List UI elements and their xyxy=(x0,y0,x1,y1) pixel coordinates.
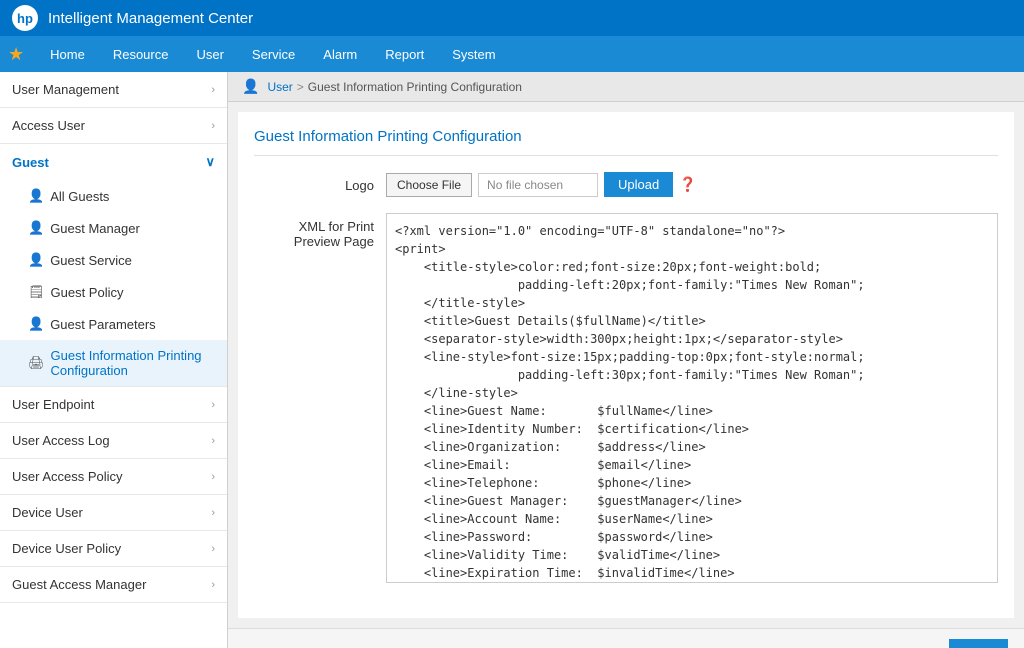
sidebar-item-all-guests[interactable]: 👤 All Guests xyxy=(0,180,227,212)
sidebar-item-user-management[interactable]: User Management › xyxy=(0,72,227,107)
xml-form-row: XML for Print Preview Page xyxy=(254,213,998,586)
nav-star[interactable]: ★ xyxy=(8,44,24,65)
nav-bar: ★ Home Resource User Service Alarm Repor… xyxy=(0,36,1024,72)
nav-service[interactable]: Service xyxy=(238,36,309,72)
sidebar-section-guest-access-manager: Guest Access Manager › xyxy=(0,567,227,603)
chevron-right-icon: › xyxy=(211,543,215,555)
logo-file-control: Choose File No file chosen Upload ❓ xyxy=(386,172,998,197)
logo-label: Logo xyxy=(254,172,374,193)
chevron-down-icon: ∨ xyxy=(205,154,215,170)
xml-textarea[interactable] xyxy=(386,213,998,583)
sidebar-section-user-management: User Management › xyxy=(0,72,227,108)
logo-form-row: Logo Choose File No file chosen Upload ❓ xyxy=(254,172,998,197)
user-icon: 👤 xyxy=(242,78,259,95)
sidebar-item-access-user[interactable]: Access User › xyxy=(0,108,227,143)
person-icon: 👤 xyxy=(28,220,44,236)
nav-user[interactable]: User xyxy=(182,36,237,72)
chevron-right-icon: › xyxy=(211,84,215,96)
bottom-bar: OK xyxy=(228,628,1024,648)
sidebar-section-user-endpoint: User Endpoint › xyxy=(0,387,227,423)
breadcrumb-separator: > xyxy=(297,80,304,94)
choose-file-button[interactable]: Choose File xyxy=(386,173,472,197)
sidebar-group-guest[interactable]: Guest ∨ xyxy=(0,144,227,180)
nav-home[interactable]: Home xyxy=(36,36,99,72)
sidebar-section-device-user: Device User › xyxy=(0,495,227,531)
breadcrumb-current: Guest Information Printing Configuration xyxy=(308,80,522,94)
hp-logo: hp xyxy=(12,5,38,31)
nav-resource[interactable]: Resource xyxy=(99,36,183,72)
upload-button[interactable]: Upload xyxy=(604,172,673,197)
file-name-display: No file chosen xyxy=(478,173,598,197)
print-icon: 🖨 xyxy=(28,355,45,371)
sidebar-item-guest-service[interactable]: 👤 Guest Service xyxy=(0,244,227,276)
sidebar-item-device-user-policy[interactable]: Device User Policy › xyxy=(0,531,227,566)
xml-control xyxy=(386,213,998,586)
chevron-right-icon: › xyxy=(211,120,215,132)
params-icon: 👤 xyxy=(28,316,44,332)
nav-alarm[interactable]: Alarm xyxy=(309,36,371,72)
sidebar: User Management › Access User › Guest ∨ … xyxy=(0,72,228,648)
chevron-right-icon: › xyxy=(211,435,215,447)
sidebar-item-user-access-log[interactable]: User Access Log › xyxy=(0,423,227,458)
page-title: Guest Information Printing Configuration xyxy=(254,128,998,156)
chevron-right-icon: › xyxy=(211,579,215,591)
main-layout: User Management › Access User › Guest ∨ … xyxy=(0,72,1024,648)
chevron-right-icon: › xyxy=(211,399,215,411)
sidebar-item-device-user[interactable]: Device User › xyxy=(0,495,227,530)
sidebar-item-guest-info-print[interactable]: 🖨 Guest Information Printing Configurati… xyxy=(0,340,227,386)
sidebar-item-guest-access-manager[interactable]: Guest Access Manager › xyxy=(0,567,227,602)
chevron-right-icon: › xyxy=(211,471,215,483)
xml-label: XML for Print Preview Page xyxy=(254,213,374,249)
page-content: Guest Information Printing Configuration… xyxy=(238,112,1014,618)
app-title: Intelligent Management Center xyxy=(48,10,253,27)
sidebar-item-guest-manager[interactable]: 👤 Guest Manager xyxy=(0,212,227,244)
sidebar-item-guest-policy[interactable]: 🗒 Guest Policy xyxy=(0,276,227,308)
sidebar-section-device-user-policy: Device User Policy › xyxy=(0,531,227,567)
sidebar-item-user-endpoint[interactable]: User Endpoint › xyxy=(0,387,227,422)
ok-button[interactable]: OK xyxy=(949,639,1008,648)
file-input-area: Choose File No file chosen Upload ❓ xyxy=(386,172,998,197)
top-header: hp Intelligent Management Center xyxy=(0,0,1024,36)
sidebar-section-user-access-policy: User Access Policy › xyxy=(0,459,227,495)
person-icon: 👤 xyxy=(28,252,44,268)
content-area: 👤 User > Guest Information Printing Conf… xyxy=(228,72,1024,648)
nav-report[interactable]: Report xyxy=(371,36,438,72)
sidebar-section-guest: Guest ∨ 👤 All Guests 👤 Guest Manager 👤 G… xyxy=(0,144,227,387)
help-icon[interactable]: ❓ xyxy=(679,176,696,193)
person-icon: 👤 xyxy=(28,188,44,204)
sidebar-item-guest-parameters[interactable]: 👤 Guest Parameters xyxy=(0,308,227,340)
sidebar-item-user-access-policy[interactable]: User Access Policy › xyxy=(0,459,227,494)
policy-icon: 🗒 xyxy=(28,284,45,300)
breadcrumb: 👤 User > Guest Information Printing Conf… xyxy=(228,72,1024,102)
sidebar-section-access-user: Access User › xyxy=(0,108,227,144)
sidebar-section-user-access-log: User Access Log › xyxy=(0,423,227,459)
breadcrumb-user-link[interactable]: User xyxy=(267,80,292,94)
chevron-right-icon: › xyxy=(211,507,215,519)
nav-system[interactable]: System xyxy=(438,36,509,72)
